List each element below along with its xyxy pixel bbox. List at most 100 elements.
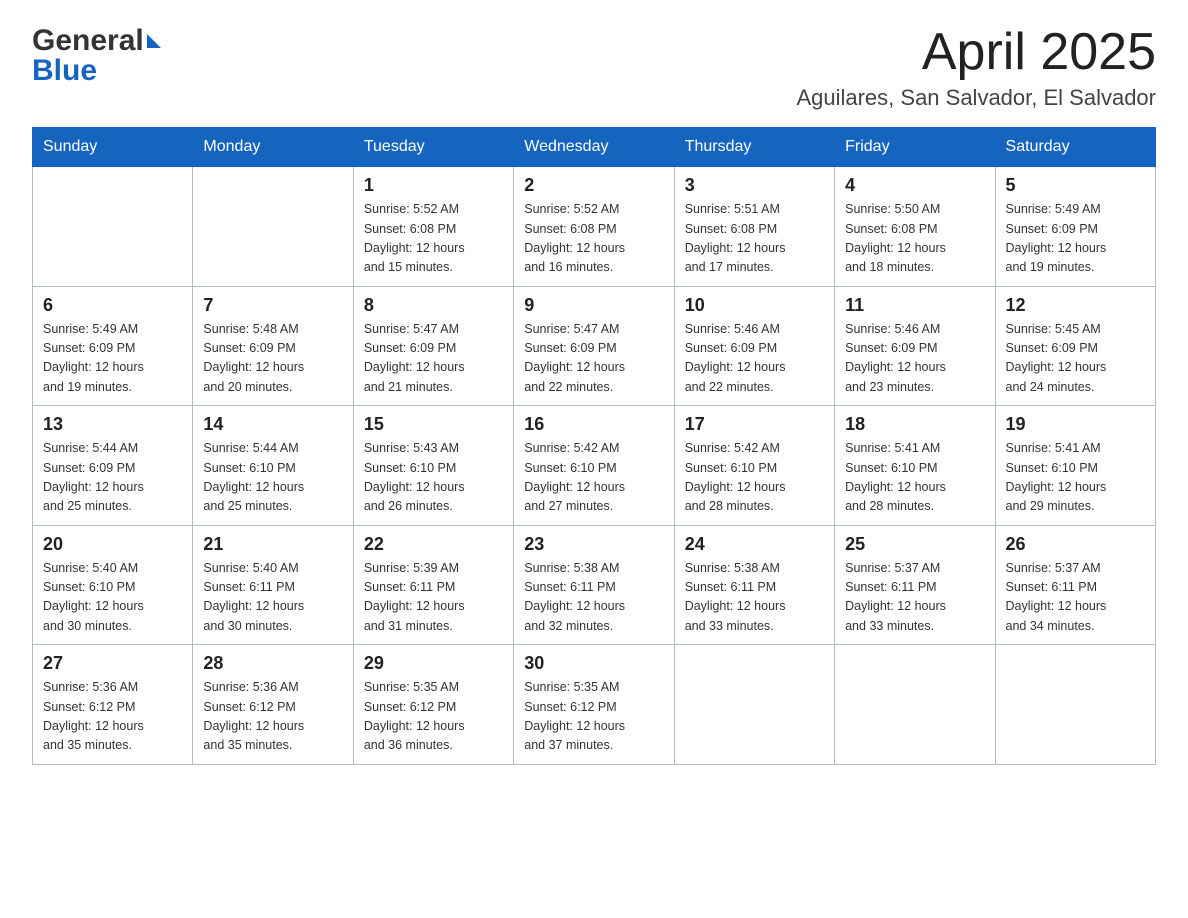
day-number: 4 bbox=[845, 175, 984, 196]
calendar-cell: 21 Sunrise: 5:40 AMSunset: 6:11 PMDayligh… bbox=[193, 525, 353, 645]
calendar-cell: 10 Sunrise: 5:46 AMSunset: 6:09 PMDayligh… bbox=[674, 286, 834, 406]
day-info: Sunrise: 5:42 AMSunset: 6:10 PMDaylight:… bbox=[685, 439, 824, 517]
calendar-cell: 1 Sunrise: 5:52 AMSunset: 6:08 PMDaylight… bbox=[353, 167, 513, 287]
day-number: 1 bbox=[364, 175, 503, 196]
day-info: Sunrise: 5:35 AMSunset: 6:12 PMDaylight:… bbox=[364, 678, 503, 756]
day-number: 8 bbox=[364, 295, 503, 316]
day-number: 24 bbox=[685, 534, 824, 555]
day-number: 20 bbox=[43, 534, 182, 555]
calendar-cell: 2Sunrise: 5:52 AMSunset: 6:08 PMDaylight… bbox=[514, 167, 674, 287]
day-info: Sunrise: 5:39 AMSunset: 6:11 PMDaylight:… bbox=[364, 559, 503, 637]
calendar-week-1: 1 Sunrise: 5:52 AMSunset: 6:08 PMDaylight… bbox=[33, 167, 1156, 287]
day-info: Sunrise: 5:37 AMSunset: 6:11 PMDaylight:… bbox=[1006, 559, 1145, 637]
calendar-week-5: 27 Sunrise: 5:36 AMSunset: 6:12 PMDayligh… bbox=[33, 645, 1156, 765]
location-title: Aguilares, San Salvador, El Salvador bbox=[796, 85, 1156, 111]
calendar-cell: 8 Sunrise: 5:47 AMSunset: 6:09 PMDaylight… bbox=[353, 286, 513, 406]
calendar-cell bbox=[835, 645, 995, 765]
calendar-header-tuesday: Tuesday bbox=[353, 128, 513, 167]
day-info: Sunrise: 5:36 AMSunset: 6:12 PMDaylight:… bbox=[43, 678, 182, 756]
calendar-week-2: 6Sunrise: 5:49 AMSunset: 6:09 PMDaylight… bbox=[33, 286, 1156, 406]
day-info: Sunrise: 5:42 AMSunset: 6:10 PMDaylight:… bbox=[524, 439, 663, 517]
calendar-week-3: 13 Sunrise: 5:44 AMSunset: 6:09 PMDayligh… bbox=[33, 406, 1156, 526]
day-number: 25 bbox=[845, 534, 984, 555]
calendar-cell: 23 Sunrise: 5:38 AMSunset: 6:11 PMDayligh… bbox=[514, 525, 674, 645]
day-number: 16 bbox=[524, 414, 663, 435]
calendar-cell: 26 Sunrise: 5:37 AMSunset: 6:11 PMDayligh… bbox=[995, 525, 1155, 645]
day-info: Sunrise: 5:38 AMSunset: 6:11 PMDaylight:… bbox=[685, 559, 824, 637]
day-info: Sunrise: 5:43 AMSunset: 6:10 PMDaylight:… bbox=[364, 439, 503, 517]
day-number: 15 bbox=[364, 414, 503, 435]
calendar-cell: 16 Sunrise: 5:42 AMSunset: 6:10 PMDayligh… bbox=[514, 406, 674, 526]
calendar-cell: 11Sunrise: 5:46 AMSunset: 6:09 PMDayligh… bbox=[835, 286, 995, 406]
day-number: 3 bbox=[685, 175, 824, 196]
logo-general-text: General bbox=[32, 24, 144, 58]
day-number: 13 bbox=[43, 414, 182, 435]
day-info: Sunrise: 5:35 AMSunset: 6:12 PMDaylight:… bbox=[524, 678, 663, 756]
calendar-cell: 20 Sunrise: 5:40 AMSunset: 6:10 PMDayligh… bbox=[33, 525, 193, 645]
day-info: Sunrise: 5:50 AMSunset: 6:08 PMDaylight:… bbox=[845, 200, 984, 278]
calendar-cell: 18 Sunrise: 5:41 AMSunset: 6:10 PMDayligh… bbox=[835, 406, 995, 526]
day-info: Sunrise: 5:40 AMSunset: 6:10 PMDaylight:… bbox=[43, 559, 182, 637]
calendar-cell: 29 Sunrise: 5:35 AMSunset: 6:12 PMDayligh… bbox=[353, 645, 513, 765]
calendar-cell: 9Sunrise: 5:47 AMSunset: 6:09 PMDaylight… bbox=[514, 286, 674, 406]
calendar-cell: 5 Sunrise: 5:49 AMSunset: 6:09 PMDaylight… bbox=[995, 167, 1155, 287]
day-info: Sunrise: 5:46 AMSunset: 6:09 PMDaylight:… bbox=[685, 320, 824, 398]
title-section: April 2025 Aguilares, San Salvador, El S… bbox=[796, 24, 1156, 111]
calendar-cell: 7Sunrise: 5:48 AMSunset: 6:09 PMDaylight… bbox=[193, 286, 353, 406]
calendar-header-row: SundayMondayTuesdayWednesdayThursdayFrid… bbox=[33, 128, 1156, 167]
calendar-cell: 28 Sunrise: 5:36 AMSunset: 6:12 PMDayligh… bbox=[193, 645, 353, 765]
day-number: 10 bbox=[685, 295, 824, 316]
day-number: 5 bbox=[1006, 175, 1145, 196]
calendar-header-monday: Monday bbox=[193, 128, 353, 167]
calendar-cell: 3 Sunrise: 5:51 AMSunset: 6:08 PMDaylight… bbox=[674, 167, 834, 287]
day-info: Sunrise: 5:47 AMSunset: 6:09 PMDaylight:… bbox=[364, 320, 503, 398]
day-info: Sunrise: 5:36 AMSunset: 6:12 PMDaylight:… bbox=[203, 678, 342, 756]
month-title: April 2025 bbox=[796, 24, 1156, 81]
calendar-cell: 25Sunrise: 5:37 AMSunset: 6:11 PMDayligh… bbox=[835, 525, 995, 645]
day-number: 26 bbox=[1006, 534, 1145, 555]
calendar-table: SundayMondayTuesdayWednesdayThursdayFrid… bbox=[32, 127, 1156, 765]
day-info: Sunrise: 5:49 AMSunset: 6:09 PMDaylight:… bbox=[1006, 200, 1145, 278]
day-info: Sunrise: 5:52 AMSunset: 6:08 PMDaylight:… bbox=[524, 200, 663, 278]
calendar-cell: 22 Sunrise: 5:39 AMSunset: 6:11 PMDayligh… bbox=[353, 525, 513, 645]
logo: General Blue bbox=[32, 24, 161, 88]
day-info: Sunrise: 5:45 AMSunset: 6:09 PMDaylight:… bbox=[1006, 320, 1145, 398]
day-number: 23 bbox=[524, 534, 663, 555]
calendar-header-saturday: Saturday bbox=[995, 128, 1155, 167]
day-info: Sunrise: 5:40 AMSunset: 6:11 PMDaylight:… bbox=[203, 559, 342, 637]
day-info: Sunrise: 5:41 AMSunset: 6:10 PMDaylight:… bbox=[845, 439, 984, 517]
day-number: 14 bbox=[203, 414, 342, 435]
day-info: Sunrise: 5:47 AMSunset: 6:09 PMDaylight:… bbox=[524, 320, 663, 398]
day-info: Sunrise: 5:38 AMSunset: 6:11 PMDaylight:… bbox=[524, 559, 663, 637]
day-info: Sunrise: 5:52 AMSunset: 6:08 PMDaylight:… bbox=[364, 200, 503, 278]
calendar-header-friday: Friday bbox=[835, 128, 995, 167]
day-number: 21 bbox=[203, 534, 342, 555]
logo-blue-text: Blue bbox=[32, 54, 97, 88]
calendar-cell: 15 Sunrise: 5:43 AMSunset: 6:10 PMDayligh… bbox=[353, 406, 513, 526]
calendar-cell: 19 Sunrise: 5:41 AMSunset: 6:10 PMDayligh… bbox=[995, 406, 1155, 526]
calendar-cell: 14 Sunrise: 5:44 AMSunset: 6:10 PMDayligh… bbox=[193, 406, 353, 526]
calendar-header-thursday: Thursday bbox=[674, 128, 834, 167]
day-number: 19 bbox=[1006, 414, 1145, 435]
day-number: 22 bbox=[364, 534, 503, 555]
calendar-cell: 17Sunrise: 5:42 AMSunset: 6:10 PMDayligh… bbox=[674, 406, 834, 526]
day-number: 7 bbox=[203, 295, 342, 316]
calendar-cell: 13 Sunrise: 5:44 AMSunset: 6:09 PMDayligh… bbox=[33, 406, 193, 526]
day-number: 28 bbox=[203, 653, 342, 674]
day-info: Sunrise: 5:44 AMSunset: 6:10 PMDaylight:… bbox=[203, 439, 342, 517]
day-number: 18 bbox=[845, 414, 984, 435]
day-info: Sunrise: 5:49 AMSunset: 6:09 PMDaylight:… bbox=[43, 320, 182, 398]
logo-arrow-icon bbox=[147, 34, 161, 48]
calendar-cell bbox=[674, 645, 834, 765]
day-number: 29 bbox=[364, 653, 503, 674]
day-info: Sunrise: 5:51 AMSunset: 6:08 PMDaylight:… bbox=[685, 200, 824, 278]
calendar-cell: 24 Sunrise: 5:38 AMSunset: 6:11 PMDayligh… bbox=[674, 525, 834, 645]
day-number: 30 bbox=[524, 653, 663, 674]
calendar-cell bbox=[193, 167, 353, 287]
day-info: Sunrise: 5:41 AMSunset: 6:10 PMDaylight:… bbox=[1006, 439, 1145, 517]
day-info: Sunrise: 5:44 AMSunset: 6:09 PMDaylight:… bbox=[43, 439, 182, 517]
day-number: 27 bbox=[43, 653, 182, 674]
calendar-cell bbox=[33, 167, 193, 287]
page-header: General Blue April 2025 Aguilares, San S… bbox=[32, 24, 1156, 111]
calendar-cell: 27 Sunrise: 5:36 AMSunset: 6:12 PMDayligh… bbox=[33, 645, 193, 765]
